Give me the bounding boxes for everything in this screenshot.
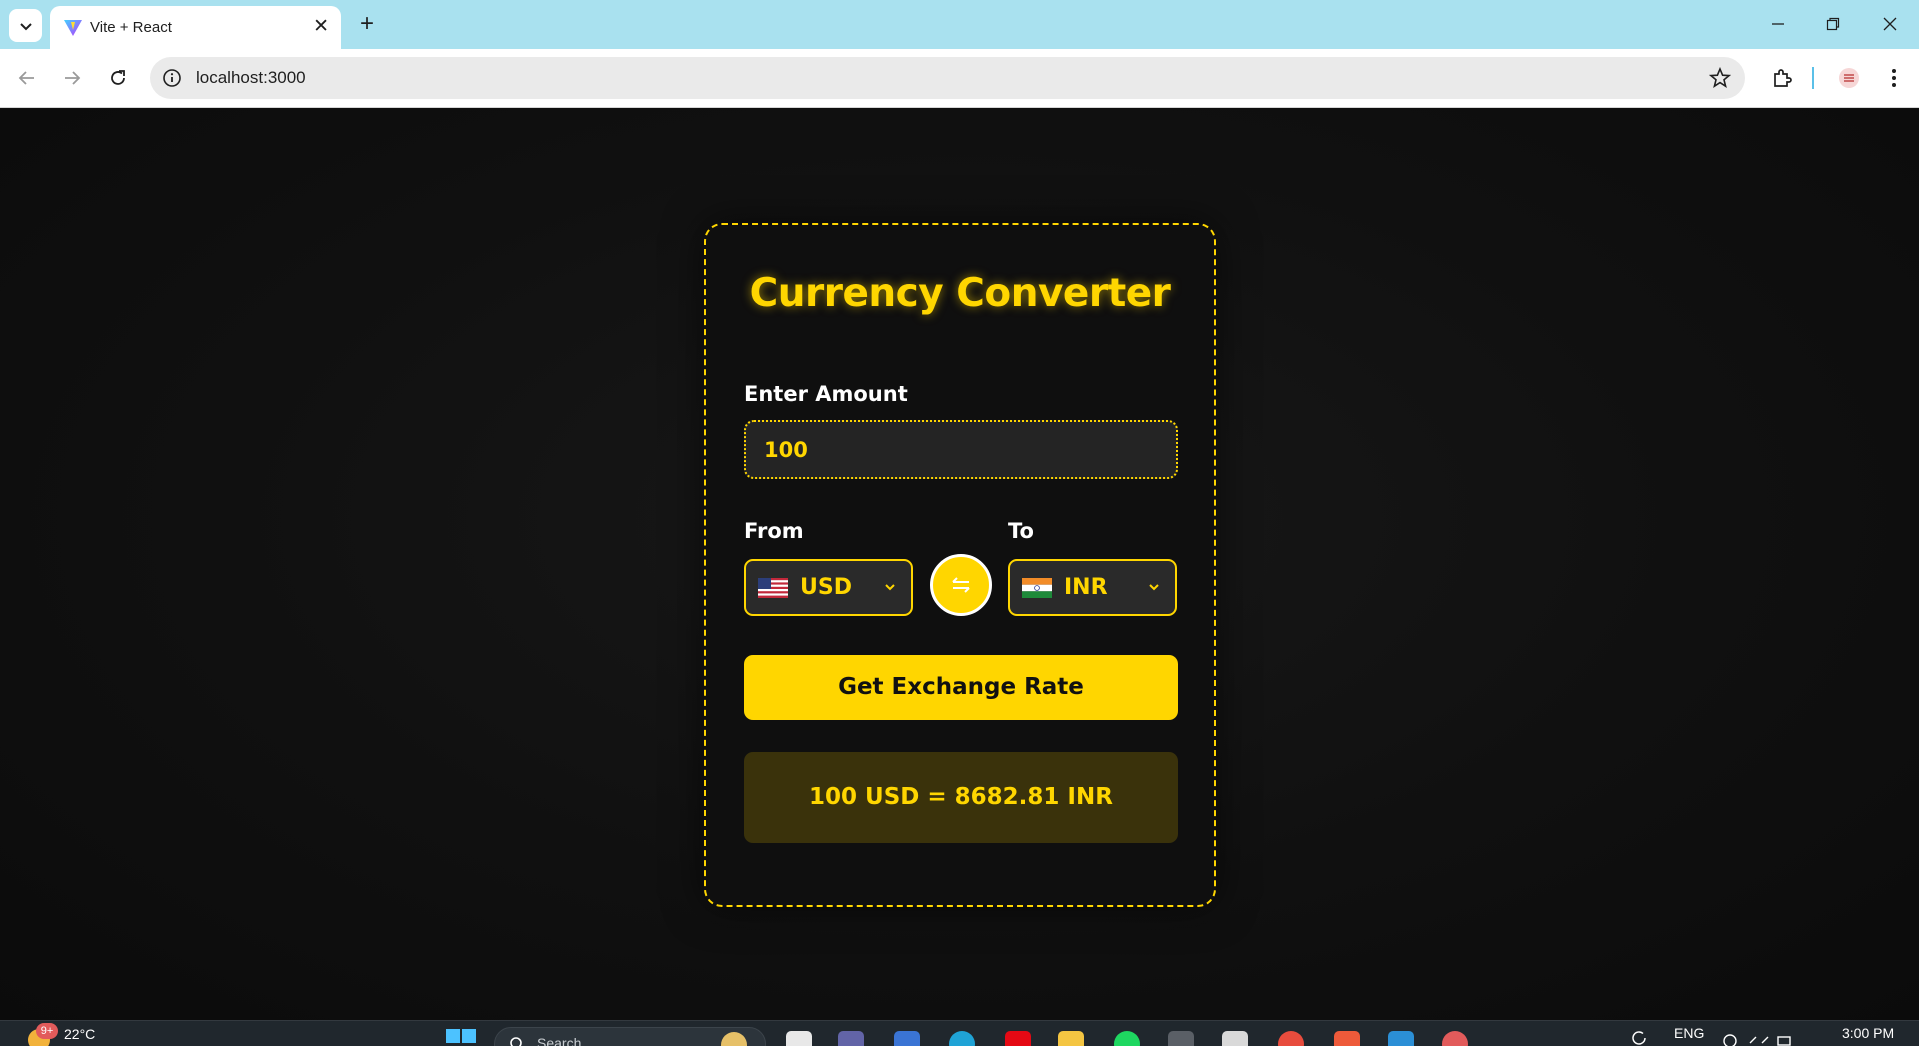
terminal-icon[interactable] xyxy=(1168,1031,1194,1046)
close-window-button[interactable] xyxy=(1870,9,1910,39)
temperature-text: 22°C xyxy=(64,1026,96,1042)
from-currency-code: USD xyxy=(800,575,852,600)
start-button[interactable] xyxy=(446,1029,476,1046)
india-flag-icon xyxy=(1022,578,1052,598)
browser-tab[interactable]: Vite + React ✕ xyxy=(50,6,341,49)
tab-search-button[interactable] xyxy=(9,9,42,42)
active-app-icon[interactable] xyxy=(1442,1031,1468,1046)
tab-close-icon[interactable]: ✕ xyxy=(313,17,329,37)
minimize-button[interactable] xyxy=(1758,9,1798,39)
more-vertical-icon xyxy=(1892,69,1896,87)
swap-currencies-button[interactable] xyxy=(930,554,992,616)
to-label: To xyxy=(1008,519,1034,543)
toolbar-divider xyxy=(1812,67,1814,89)
extensions-button[interactable] xyxy=(1767,63,1797,93)
to-currency-select[interactable]: INR xyxy=(1008,559,1177,616)
browser-toolbar: localhost:3000 xyxy=(0,49,1919,108)
chrome-icon[interactable] xyxy=(1278,1031,1304,1046)
address-bar[interactable]: localhost:3000 xyxy=(150,57,1745,99)
restore-button[interactable] xyxy=(1813,9,1853,39)
reload-button[interactable] xyxy=(103,63,133,93)
reload-icon xyxy=(111,70,125,85)
app-title: Currency Converter xyxy=(749,271,1171,316)
windows-logo-icon xyxy=(446,1029,460,1043)
site-info-icon[interactable] xyxy=(162,68,182,88)
system-tray-icons[interactable] xyxy=(1722,1029,1792,1046)
amount-input[interactable] xyxy=(744,420,1178,479)
arrow-right-icon xyxy=(65,71,81,85)
notification-badge: 9+ xyxy=(36,1023,58,1039)
copilot-icon[interactable] xyxy=(894,1031,920,1046)
search-highlight-icon xyxy=(721,1032,747,1046)
vite-logo-icon xyxy=(64,20,82,36)
back-button[interactable] xyxy=(12,63,42,93)
puzzle-icon xyxy=(1774,69,1792,87)
task-view-icon[interactable] xyxy=(786,1031,812,1046)
conversion-result: 100 USD = 8682.81 INR xyxy=(744,752,1178,843)
restore-icon xyxy=(1826,17,1840,31)
browser-tabstrip: Vite + React ✕ + xyxy=(0,0,1919,49)
from-label: From xyxy=(744,519,804,543)
clock-time[interactable]: 3:00 PM xyxy=(1842,1025,1894,1041)
chevron-down-icon xyxy=(19,22,32,30)
minimize-icon xyxy=(1772,23,1784,25)
forward-button[interactable] xyxy=(57,63,87,93)
close-icon xyxy=(1883,17,1897,31)
netflix-icon[interactable] xyxy=(1005,1031,1031,1046)
search-icon xyxy=(510,1037,522,1046)
teams-icon[interactable] xyxy=(838,1031,864,1046)
brave-icon[interactable] xyxy=(1334,1031,1360,1046)
get-exchange-rate-button[interactable]: Get Exchange Rate xyxy=(744,655,1178,720)
new-tab-button[interactable]: + xyxy=(352,9,382,39)
to-currency-code: INR xyxy=(1064,575,1108,600)
search-placeholder: Search xyxy=(537,1035,582,1046)
swap-arrows-icon xyxy=(952,577,970,593)
converter-card: Currency Converter Enter Amount From To … xyxy=(704,223,1216,907)
file-explorer-icon[interactable] xyxy=(1058,1031,1084,1046)
bookmark-star-icon[interactable] xyxy=(1709,67,1731,89)
spotify-icon[interactable] xyxy=(1114,1031,1140,1046)
vscode-icon[interactable] xyxy=(1388,1031,1414,1046)
url-text: localhost:3000 xyxy=(196,68,306,87)
profile-button[interactable] xyxy=(1834,63,1864,93)
us-flag-icon xyxy=(758,578,788,598)
from-currency-select[interactable]: USD xyxy=(744,559,913,616)
tab-title: Vite + React xyxy=(90,19,172,36)
chevron-down-icon xyxy=(885,584,895,591)
browser-menu-button[interactable] xyxy=(1879,63,1909,93)
chevron-down-icon xyxy=(1149,584,1159,591)
profile-avatar-icon xyxy=(1839,68,1859,88)
arrow-left-icon xyxy=(18,71,34,85)
taskbar-search[interactable]: Search xyxy=(494,1027,766,1046)
windows-taskbar: 9+ 22°C Search ENG 3:00 PM xyxy=(0,1020,1919,1046)
page-viewport: Currency Converter Enter Amount From To … xyxy=(0,109,1919,1020)
language-indicator[interactable]: ENG xyxy=(1674,1025,1704,1041)
edge-icon[interactable] xyxy=(949,1031,975,1046)
sync-icon[interactable] xyxy=(1630,1029,1648,1046)
amount-label: Enter Amount xyxy=(744,382,908,406)
app-icon[interactable] xyxy=(1222,1031,1248,1046)
